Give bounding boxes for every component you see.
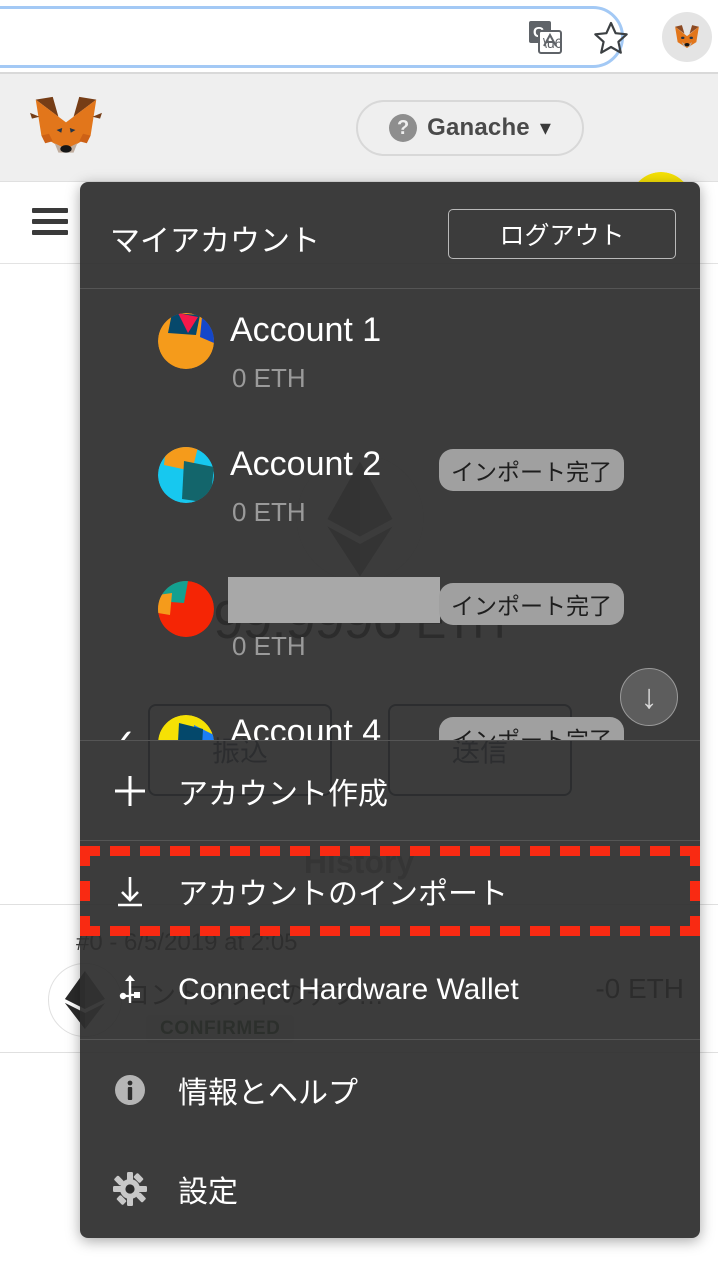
list-item[interactable]: ✓ Account 4 インポート完了 — [80, 691, 700, 740]
info-icon — [110, 1072, 150, 1108]
account-identicon — [158, 581, 214, 637]
menu-item-label: アカウントのインポート — [178, 877, 508, 911]
menu-item-create-account[interactable]: アカウント作成 — [80, 741, 700, 840]
menu-item-label: Connect Hardware Wallet — [178, 972, 519, 1006]
account-balance: 0 ETH — [232, 631, 306, 661]
hamburger-icon[interactable] — [32, 208, 68, 236]
menu-item-label: 情報とヘルプ — [178, 1076, 358, 1110]
menu-item-label: 設定 — [178, 1175, 238, 1209]
scroll-down-button[interactable]: ↓ — [620, 668, 678, 726]
list-item[interactable]: Account 1 0 ETH — [80, 289, 700, 423]
menu-item-settings[interactable]: 設定 — [80, 1139, 700, 1238]
download-arrow-icon — [110, 873, 150, 909]
account-identicon — [158, 313, 214, 369]
gear-icon — [110, 1171, 150, 1207]
account-name: Account 2 — [230, 445, 382, 483]
browser-toolbar: G \u6587 — [0, 0, 718, 74]
chevron-down-icon: ▾ — [539, 115, 551, 140]
account-balance: 0 ETH — [232, 363, 306, 393]
status-badge: インポート完了 — [439, 449, 624, 491]
list-item[interactable]: Account 2 0 ETH インポート完了 — [80, 423, 700, 557]
bookmark-star-icon[interactable] — [593, 20, 629, 56]
plus-icon — [110, 773, 150, 809]
network-label: Ganache — [427, 114, 530, 141]
list-item[interactable]: 0 ETH インポート完了 — [80, 557, 700, 691]
app-header: ? Ganache ▾ — [0, 74, 718, 234]
question-mark-icon: ? — [389, 114, 418, 142]
status-badge: インポート完了 — [439, 583, 624, 625]
usb-icon — [110, 972, 150, 1008]
menu-item-info-help[interactable]: 情報とヘルプ — [80, 1040, 700, 1139]
account-dropdown-menu: マイアカウント ログアウト Account 1 0 ETH Account 2 … — [80, 182, 700, 1238]
account-name: Account 1 — [230, 311, 382, 349]
account-list[interactable]: Account 1 0 ETH Account 2 0 ETH インポート完了 — [80, 289, 700, 740]
network-selector[interactable]: ? Ganache ▾ — [356, 100, 584, 156]
selected-check-icon: ✓ — [108, 725, 142, 740]
account-balance: 0 ETH — [232, 497, 306, 527]
account-identicon — [158, 447, 214, 503]
account-name: Account 4 — [230, 713, 382, 740]
metamask-fox-logo — [28, 94, 104, 164]
screenshot-root: G \u6587 — [0, 0, 718, 1264]
menu-item-connect-hardware-wallet[interactable]: Connect Hardware Wallet — [80, 940, 700, 1039]
logout-button[interactable]: ログアウト — [448, 209, 676, 259]
google-translate-icon[interactable]: G \u6587 — [528, 20, 586, 54]
dropdown-title: マイアカウント — [110, 225, 320, 258]
account-identicon — [158, 715, 214, 740]
dropdown-header: マイアカウント ログアウト — [80, 182, 700, 289]
account-name-redacted — [228, 577, 440, 623]
menu-item-label: アカウント作成 — [178, 777, 388, 811]
menu-item-import-account[interactable]: アカウントのインポート — [80, 841, 700, 940]
metamask-extension-icon[interactable] — [662, 12, 712, 62]
status-badge: インポート完了 — [439, 717, 624, 740]
